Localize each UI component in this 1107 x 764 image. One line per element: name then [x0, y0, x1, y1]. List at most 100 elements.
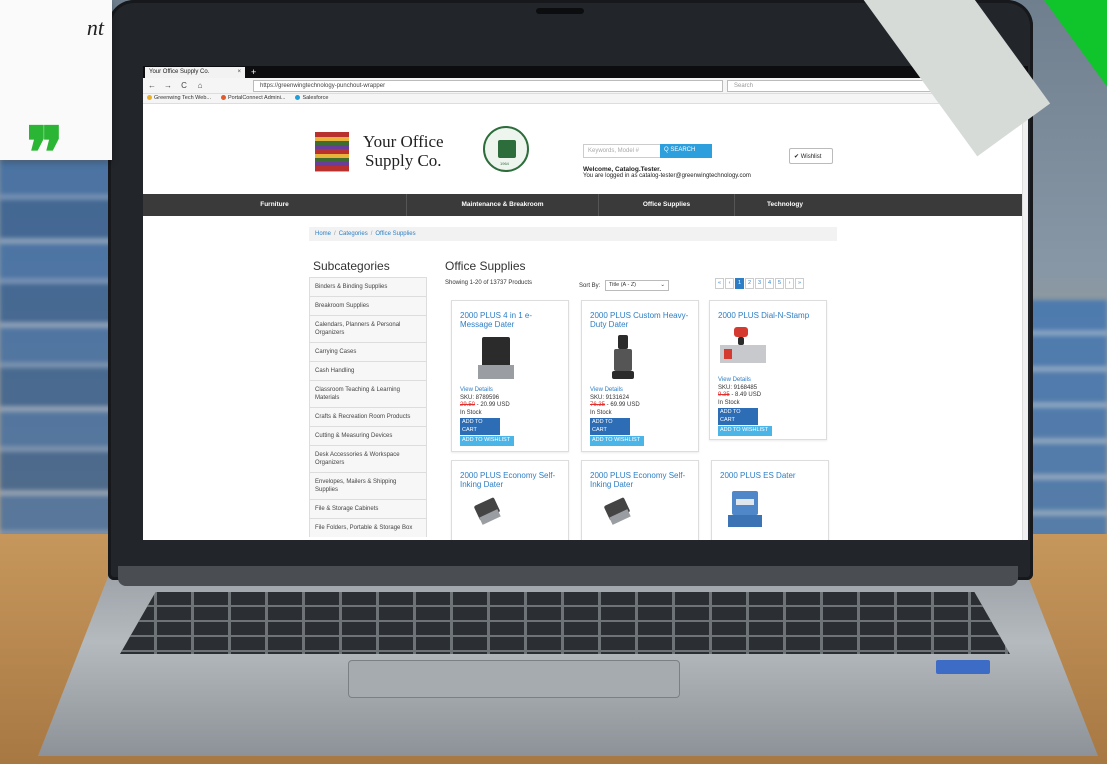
- sale-price: - 20.99 USD: [475, 402, 510, 408]
- view-details-link[interactable]: View Details: [460, 387, 514, 395]
- breadcrumb-categories[interactable]: Categories: [339, 231, 368, 237]
- home-icon[interactable]: ⌂: [195, 81, 205, 90]
- keyword-search-input[interactable]: Keywords, Model #: [583, 144, 661, 158]
- breadcrumb-home[interactable]: Home: [315, 231, 331, 237]
- product-image[interactable]: [472, 497, 504, 527]
- old-price: 9.35: [718, 392, 730, 398]
- stamp-stem: [738, 337, 744, 345]
- nav-item-office-supplies[interactable]: Office Supplies: [599, 194, 735, 216]
- bookmark-firefox-icon: [220, 95, 226, 101]
- view-details-link[interactable]: View Details: [590, 387, 644, 395]
- chevron-down-icon: ⌄: [660, 282, 666, 288]
- wishlist-button[interactable]: ✔ Wishlist: [789, 148, 833, 164]
- browser-tab-title: Your Office Supply Co.: [149, 69, 210, 75]
- bookmark-salesforce[interactable]: Salesforce: [295, 95, 328, 102]
- browser-tab[interactable]: Your Office Supply Co. ×: [145, 67, 245, 78]
- bookmark-salesforce-icon: [295, 95, 301, 101]
- subcategory-item[interactable]: Classroom Teaching & Learning Materials: [309, 380, 427, 407]
- subcategory-item[interactable]: Crafts & Recreation Room Products: [309, 407, 427, 426]
- subcategory-item[interactable]: Envelopes, Mailers & Shipping Supplies: [309, 472, 427, 499]
- page-next[interactable]: ›: [785, 278, 794, 289]
- subcategory-item[interactable]: File & Storage Cabinets: [309, 499, 427, 518]
- product-card: 2000 PLUS Dial-N-Stamp View Details SKU:…: [709, 300, 827, 440]
- stamp-dial: [724, 349, 732, 359]
- add-to-cart-button[interactable]: ADD TO CART: [460, 418, 500, 435]
- subcategory-item[interactable]: Carrying Cases: [309, 342, 427, 361]
- product-title[interactable]: 2000 PLUS Economy Self-Inking Dater: [590, 471, 694, 489]
- stamp-base: [478, 365, 514, 379]
- product-card: 2000 PLUS Economy Self-Inking Dater: [451, 460, 569, 540]
- product-title[interactable]: 2000 PLUS Dial-N-Stamp: [718, 311, 822, 320]
- address-bar[interactable]: https://greenwingtechnology-punchout-wra…: [253, 80, 723, 92]
- product-title[interactable]: 2000 PLUS 4 in 1 e-Message Dater: [460, 311, 564, 329]
- stock-status: In Stock: [718, 399, 740, 406]
- reload-icon[interactable]: C: [179, 81, 189, 90]
- subcategory-item[interactable]: Desk Accessories & Workspace Organizers: [309, 445, 427, 472]
- add-to-cart-button[interactable]: ADD TO CART: [718, 408, 758, 425]
- subcategory-item[interactable]: Binders & Binding Supplies: [309, 277, 427, 296]
- page-last[interactable]: »: [795, 278, 804, 289]
- nav-item-furniture[interactable]: Furniture: [143, 194, 407, 216]
- subcategory-item[interactable]: Cutting & Measuring Devices: [309, 426, 427, 445]
- sort-select[interactable]: Title (A - Z) ⌄: [605, 280, 670, 291]
- sale-price: - 8.49 USD: [729, 392, 762, 398]
- page-prev[interactable]: ‹: [725, 278, 734, 289]
- subcategory-item[interactable]: Cash Handling: [309, 361, 427, 380]
- stamp-date-window: [736, 499, 754, 505]
- nav-item-maintenance[interactable]: Maintenance & Breakroom: [407, 194, 599, 216]
- welcome-text: Welcome, Catalog.Tester.: [583, 166, 662, 173]
- page-5[interactable]: 5: [775, 278, 784, 289]
- page-scrollbar[interactable]: [1022, 104, 1028, 540]
- welcome-message: Welcome, Catalog.Tester. You are logged …: [583, 166, 751, 179]
- sale-price: - 69.99 USD: [605, 402, 640, 408]
- page-3[interactable]: 3: [755, 278, 764, 289]
- page-1[interactable]: 1: [735, 278, 744, 289]
- stamp-handle: [618, 335, 628, 349]
- stamp-handle: [734, 327, 748, 337]
- laptop-sticker: [936, 660, 990, 674]
- stamp-base: [612, 371, 634, 379]
- stamp-handle: [482, 337, 510, 367]
- new-tab-button[interactable]: +: [245, 67, 262, 78]
- page-first[interactable]: «: [715, 278, 724, 289]
- books-logo-icon: [315, 132, 349, 172]
- view-details-link[interactable]: View Details: [718, 377, 772, 385]
- add-to-wishlist-button[interactable]: ADD TO WISHLIST: [460, 436, 514, 446]
- logo-line-2: Supply Co.: [365, 151, 442, 170]
- back-icon[interactable]: ←: [147, 81, 157, 90]
- seal-shield: [498, 140, 516, 158]
- stock-status: In Stock: [590, 409, 612, 416]
- product-image[interactable]: [728, 491, 762, 531]
- forward-icon[interactable]: →: [163, 81, 173, 90]
- product-price: 29.50 - 20.99 USD: [460, 402, 514, 410]
- page-4[interactable]: 4: [765, 278, 774, 289]
- product-card: 2000 PLUS ES Dater: [711, 460, 829, 540]
- add-to-cart-button[interactable]: ADD TO CART: [590, 418, 630, 435]
- product-image[interactable]: [476, 337, 516, 383]
- add-to-wishlist-button[interactable]: ADD TO WISHLIST: [590, 436, 644, 446]
- product-title[interactable]: 2000 PLUS Economy Self-Inking Dater: [460, 471, 564, 489]
- bookmark-portalconnect[interactable]: PortalConnect Admini...: [220, 95, 285, 102]
- subcategory-item[interactable]: Calendars, Planners & Personal Organizer…: [309, 315, 427, 342]
- sort-label: Sort By:: [579, 283, 601, 290]
- site-header: Your Office Supply Co. 1964 Keywords, Mo…: [143, 104, 1028, 196]
- add-to-wishlist-button[interactable]: ADD TO WISHLIST: [718, 426, 772, 436]
- product-title[interactable]: 2000 PLUS ES Dater: [720, 471, 824, 480]
- search-button[interactable]: Q SEARCH: [660, 144, 712, 158]
- site-logo[interactable]: Your Office Supply Co.: [363, 132, 444, 170]
- subcategory-list: Binders & Binding Supplies Breakroom Sup…: [309, 277, 427, 537]
- quote-text-fragment: nt: [86, 15, 104, 40]
- product-image[interactable]: [610, 335, 638, 383]
- page-2[interactable]: 2: [745, 278, 754, 289]
- laptop-screen: Your Office Supply Co. × + ← → C ⌂ https…: [143, 66, 1028, 540]
- product-image[interactable]: [602, 497, 634, 527]
- product-title[interactable]: 2000 PLUS Custom Heavy-Duty Dater: [590, 311, 694, 329]
- subcategory-item[interactable]: File Folders, Portable & Storage Box: [309, 518, 427, 537]
- tab-close-icon[interactable]: ×: [237, 69, 241, 76]
- subcategory-item[interactable]: Breakroom Supplies: [309, 296, 427, 315]
- bookmark-greenwing[interactable]: Greenwing Tech Web...: [147, 95, 211, 102]
- product-image[interactable]: [720, 327, 768, 367]
- nav-item-technology[interactable]: Technology: [735, 194, 835, 216]
- results-count: Showing 1-20 of 13737 Products: [445, 280, 533, 286]
- breadcrumb-office-supplies[interactable]: Office Supplies: [375, 231, 415, 237]
